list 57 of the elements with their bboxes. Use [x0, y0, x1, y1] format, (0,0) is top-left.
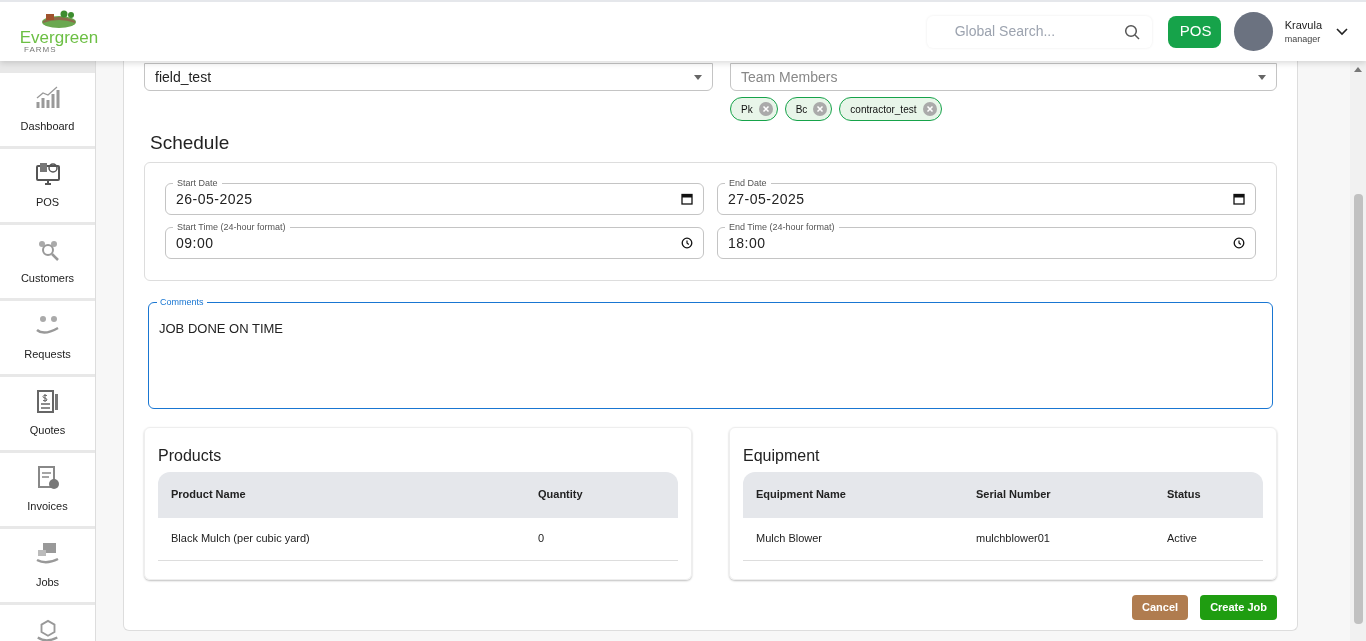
- user-role: manager: [1284, 33, 1322, 46]
- field-value: 18:00: [728, 234, 767, 253]
- avatar-photo: [1233, 12, 1273, 51]
- member-chip[interactable]: Bc: [784, 97, 833, 121]
- chevron-down-icon[interactable]: [1336, 27, 1348, 36]
- field-label: End Time (24-hour format): [725, 221, 839, 232]
- user-name: Kravula: [1284, 17, 1322, 33]
- dropdown-arrow-icon: [1258, 74, 1266, 80]
- dropdown-arrow-icon: [694, 74, 702, 80]
- field-label: Start Date: [173, 177, 222, 188]
- card-title: Equipment: [743, 445, 821, 466]
- remove-icon[interactable]: [922, 102, 937, 116]
- table-cell-text: mulchblower01: [976, 531, 1051, 547]
- cancel-button[interactable]: Cancel: [1132, 595, 1189, 620]
- select-value: field_test: [155, 67, 213, 87]
- farm-landscape-icon: [40, 9, 78, 29]
- remove-icon[interactable]: [813, 102, 828, 116]
- field-value: 09:00: [176, 234, 215, 253]
- scrollbar[interactable]: [1350, 61, 1366, 641]
- field-value: 26-05-2025: [176, 190, 254, 209]
- scroll-up-arrow-icon[interactable]: [1354, 67, 1362, 72]
- sidebar-item[interactable]: Invoices: [0, 453, 95, 526]
- search-icon: [1123, 23, 1140, 40]
- calendar-icon[interactable]: [681, 192, 693, 205]
- logo-text: Evergreen: [19, 29, 99, 46]
- card-title: Products: [158, 445, 223, 466]
- field-select[interactable]: field_test: [144, 63, 713, 91]
- select-placeholder: Team Members: [741, 67, 839, 87]
- clock-icon[interactable]: [1233, 236, 1245, 249]
- sidebar-item[interactable]: Quotes: [0, 377, 95, 450]
- box-hand-icon: [34, 619, 61, 641]
- logo[interactable]: Evergreen FARMS: [22, 9, 96, 54]
- clock-icon[interactable]: [681, 236, 693, 249]
- field-label: Start Time (24-hour format): [173, 221, 290, 232]
- table-header: Product Name Quantity: [158, 471, 678, 518]
- table-cell-text: Active: [1167, 531, 1198, 547]
- logo-subtext: FARMS: [24, 46, 57, 54]
- sidebar-item[interactable]: Requests: [0, 301, 95, 374]
- member-chip[interactable]: Pk: [730, 97, 778, 121]
- team-members-select[interactable]: Team Members: [730, 63, 1277, 91]
- sidebar-item[interactable]: POS: [0, 149, 95, 222]
- sidebar-item[interactable]: Customers: [0, 225, 95, 298]
- sidebar-item[interactable]: Dashboard: [0, 73, 95, 146]
- table-header: Equipment Name Serial Number Status: [743, 471, 1263, 518]
- calendar-icon[interactable]: [1233, 192, 1245, 205]
- table-cell-text: Black Mulch (per cubic yard): [171, 531, 311, 547]
- remove-icon[interactable]: [758, 102, 773, 116]
- field-label: End Date: [725, 177, 771, 188]
- table-cell-text: Mulch Blower: [756, 531, 824, 547]
- section-title: Schedule: [150, 131, 231, 155]
- table-cell-text: 0: [538, 531, 546, 547]
- create-button[interactable]: Create Job: [1200, 595, 1277, 620]
- member-chip[interactable]: contractor_test: [839, 97, 942, 121]
- sidebar-item[interactable]: Jobs: [0, 529, 95, 602]
- search-placeholder: Global Search...: [953, 22, 1057, 41]
- comments-text: JOB DONE ON TIME: [159, 320, 283, 336]
- field-value: 27-05-2025: [728, 190, 806, 209]
